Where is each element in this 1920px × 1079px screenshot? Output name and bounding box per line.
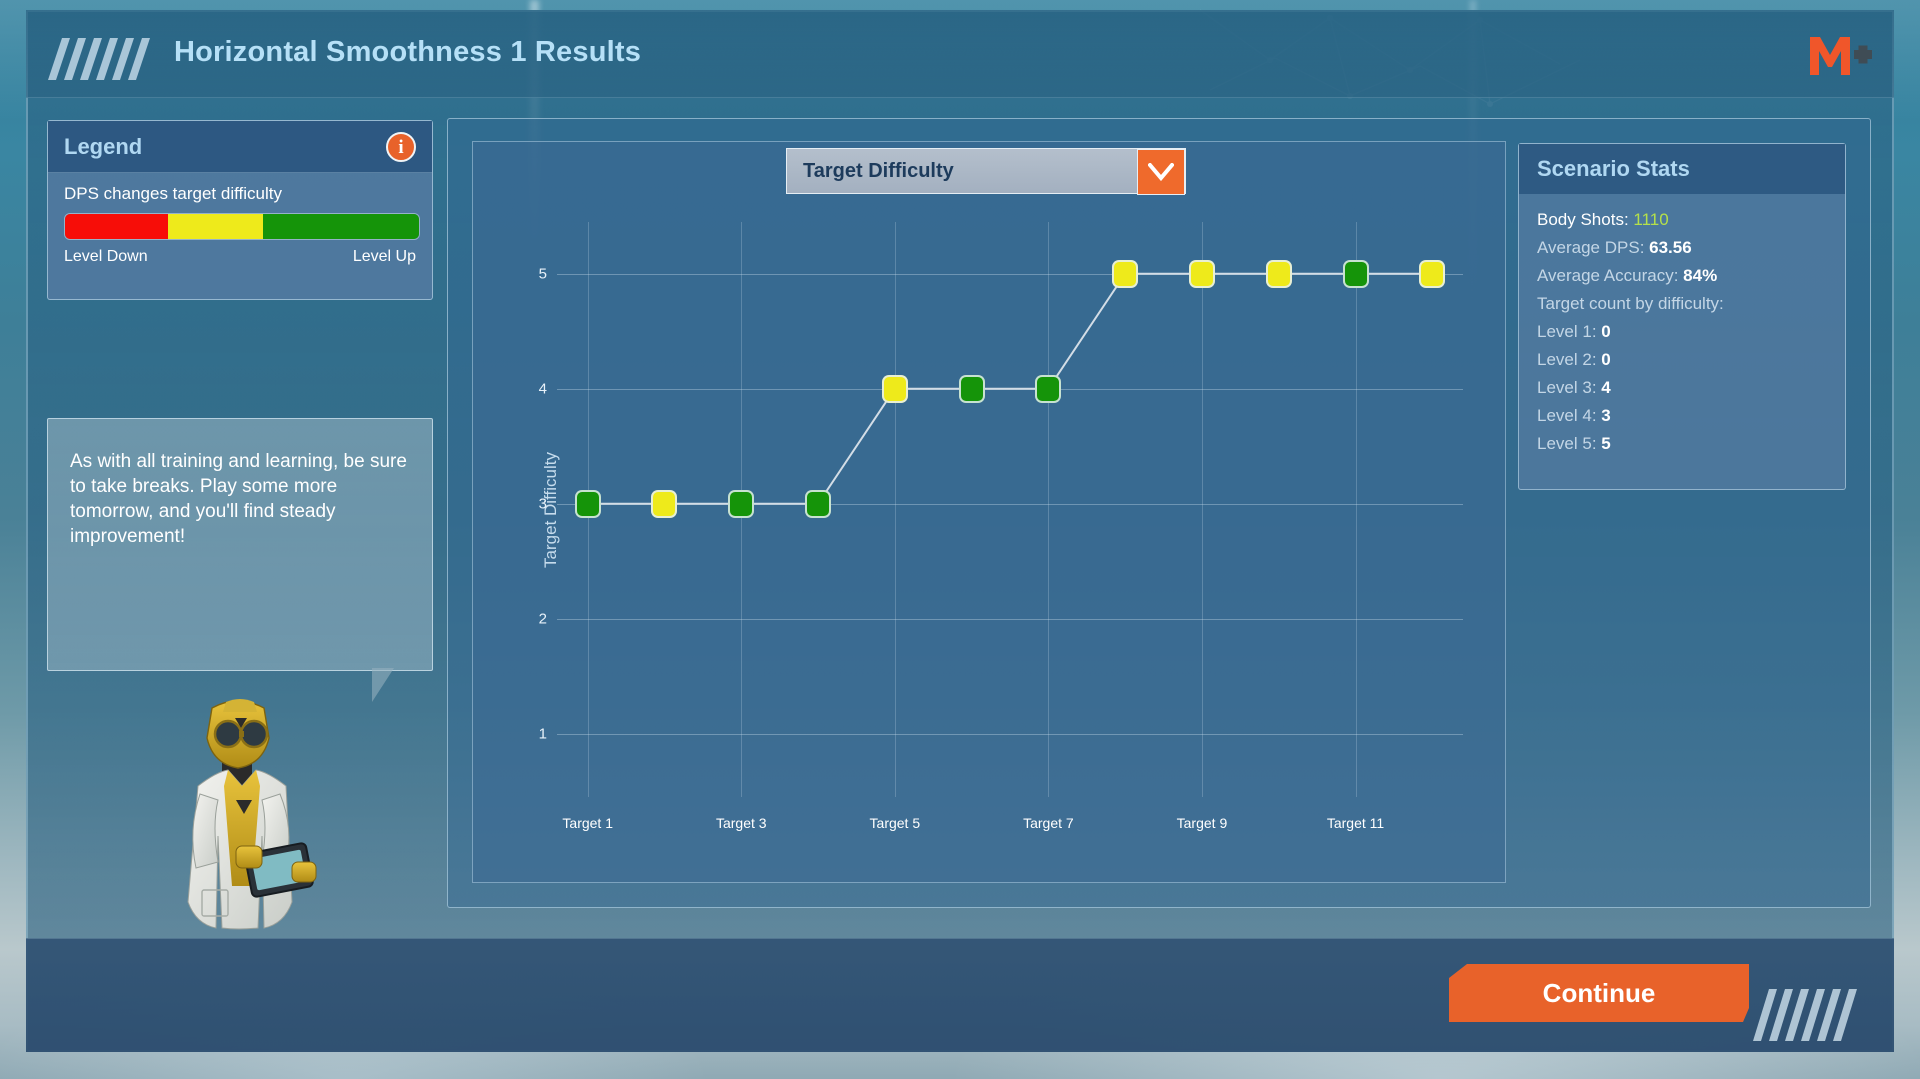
chart-data-point[interactable] <box>881 374 908 403</box>
stat-row: Level 2: 0 <box>1537 350 1831 370</box>
x-axis-tick: Target 9 <box>1176 815 1228 831</box>
stats-list: Body Shots: 1110 Average DPS: 63.56 Averag… <box>1537 210 1831 462</box>
scenario-stats-panel: Scenario Stats Body Shots: 1110 Average D… <box>1518 143 1846 490</box>
footer-bar: Continue <box>26 938 1894 1052</box>
legend-right-label: Level Up <box>352 248 416 265</box>
chart-data-point[interactable] <box>1035 374 1062 403</box>
chart-plot-area: Target Difficulty 1 2 3 4 5 Target 1 Target 3T… <box>539 222 1463 831</box>
stat-value: 3 <box>1601 406 1611 425</box>
m-plus-logo <box>1810 37 1872 75</box>
legend-segment-green <box>263 214 419 239</box>
metric-dropdown[interactable]: Target Difficulty <box>786 148 1186 195</box>
robot-scientist-mascot <box>187 699 317 930</box>
info-icon[interactable]: i <box>386 132 416 162</box>
stat-row: Level 5: 5 <box>1537 434 1831 454</box>
x-axis-tick: Target 3 <box>715 815 767 831</box>
y-axis-tick: 3 <box>538 495 547 513</box>
legend-segment-red <box>65 214 168 239</box>
chart-data-point[interactable] <box>1342 259 1369 288</box>
x-axis-tick: Target 5 <box>869 815 921 831</box>
x-axis-tick: Target 1 <box>562 815 613 831</box>
y-axis-tick: 5 <box>538 265 547 283</box>
chart-data-point[interactable] <box>1265 259 1292 288</box>
stat-row: Level 1: 0 <box>1537 322 1831 342</box>
coach-message: As with all training and learning, be su… <box>70 451 407 548</box>
chart-data-point[interactable] <box>1112 259 1139 288</box>
stat-value: 84% <box>1683 266 1718 285</box>
chart-data-point[interactable] <box>651 489 678 518</box>
legend-left-label: Level Down <box>64 248 148 265</box>
diagonal-stripes-icon <box>48 38 150 80</box>
y-axis-tick: 4 <box>538 380 547 398</box>
speech-bubble-tail <box>372 668 410 702</box>
coach-speech-bubble: As with all training and learning, be su… <box>47 418 433 671</box>
stat-row: Average DPS: 63.56 <box>1537 238 1831 258</box>
legend-title: Legend <box>64 134 143 159</box>
chart-container: Target Difficulty 1 2 3 4 5 Target 1 Target 3 T… <box>472 141 1506 883</box>
stat-value: 0 <box>1601 322 1611 341</box>
continue-button[interactable]: Continue <box>1449 964 1749 1022</box>
stat-row: Level 3: 4 <box>1537 378 1831 398</box>
legend-footer: Level Down Level Up <box>64 248 416 266</box>
chart-series-line <box>587 272 1433 505</box>
stat-value: 5 <box>1601 434 1611 453</box>
stat-value: 0 <box>1601 350 1611 369</box>
stat-value: 4 <box>1601 378 1611 397</box>
header-bar: Horizontal Smoothness 1 Results <box>26 10 1894 98</box>
x-axis-tick: Target 11 <box>1326 815 1385 831</box>
stat-label: Level 5: <box>1537 434 1602 453</box>
stat-label: Level 4: <box>1537 406 1602 425</box>
stat-label: Level 2: <box>1537 350 1602 369</box>
y-axis-tick: 1 <box>538 725 547 743</box>
chart-data-point[interactable] <box>728 489 755 518</box>
chart-data-point[interactable] <box>1419 259 1446 288</box>
chevron-down-icon[interactable] <box>1137 149 1185 195</box>
diagonal-stripes-icon <box>1753 989 1857 1041</box>
y-axis-tick: 2 <box>538 610 547 628</box>
chart-data-point[interactable] <box>574 489 601 518</box>
stat-value: 1110 <box>1633 210 1669 229</box>
chart-data-point[interactable] <box>805 489 832 518</box>
difficulty-gradient-bar <box>64 213 420 240</box>
stat-value: 63.56 <box>1649 238 1692 257</box>
stat-row: Body Shots: 1110 <box>1537 210 1831 230</box>
stat-label: Level 3: <box>1537 378 1602 397</box>
continue-button-label: Continue <box>1542 977 1656 1008</box>
stat-label: Target count by difficulty: <box>1537 294 1724 313</box>
stat-label: Average Accuracy: <box>1537 266 1684 285</box>
chart-data-point[interactable] <box>1188 259 1215 288</box>
dropdown-selected-label: Target Difficulty <box>803 160 954 182</box>
page-title: Horizontal Smoothness 1 Results <box>174 36 642 68</box>
stat-row: Level 4: 3 <box>1537 406 1831 426</box>
stat-label: Body Shots: <box>1537 210 1634 229</box>
stat-row: Average Accuracy: 84% <box>1537 266 1831 286</box>
stat-label: Average DPS: <box>1537 238 1650 257</box>
stat-label: Level 1: <box>1537 322 1602 341</box>
legend-segment-yellow <box>167 214 264 239</box>
dropdown-box[interactable]: Target Difficulty <box>786 148 1186 195</box>
stat-row: Target count by difficulty: <box>1537 294 1831 314</box>
legend-panel: Legend i DPS changes target difficulty L… <box>47 120 433 300</box>
chevron-down-glyph <box>1148 163 1174 181</box>
x-axis-tick: Target 7 <box>1023 815 1074 831</box>
stats-title: Scenario Stats <box>1537 156 1690 181</box>
series-polyline <box>587 272 1433 505</box>
legend-description: DPS changes target difficulty <box>64 184 282 203</box>
chart-data-point[interactable] <box>958 374 985 403</box>
